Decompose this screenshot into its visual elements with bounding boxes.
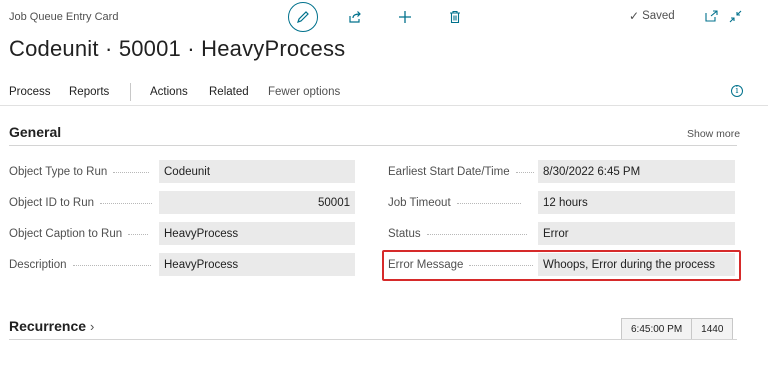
- section-divider: [9, 145, 737, 146]
- field-label-text: Job Timeout: [388, 197, 451, 209]
- field-label-text: Object Type to Run: [9, 166, 108, 178]
- field-label-job-timeout: Job Timeout: [388, 197, 534, 209]
- job-timeout-field[interactable]: 12 hours: [538, 191, 735, 214]
- saved-status: ✓ Saved: [629, 9, 675, 23]
- field-label-description: Description: [9, 259, 155, 271]
- general-section-title[interactable]: General: [9, 124, 61, 140]
- page-caption: Job Queue Entry Card: [9, 11, 119, 23]
- trash-icon: [450, 10, 460, 24]
- field-label-status: Status: [388, 228, 534, 240]
- section-divider: [9, 339, 737, 340]
- window-controls: [702, 8, 750, 24]
- open-new-window-icon[interactable]: [702, 8, 720, 24]
- field-label-text: Object ID to Run: [9, 197, 95, 209]
- field-label-object-caption: Object Caption to Run: [9, 228, 155, 240]
- new-button[interactable]: [390, 2, 420, 32]
- recurrence-time: 6:45:00 PM: [622, 319, 692, 339]
- share-icon: [349, 11, 361, 23]
- actions-menu[interactable]: Actions: [150, 86, 188, 98]
- recurrence-minutes: 1440: [691, 319, 733, 339]
- related-menu[interactable]: Related: [209, 86, 249, 98]
- field-label-object-id: Object ID to Run: [9, 197, 155, 209]
- chevron-right-icon: ›: [90, 318, 95, 334]
- field-label-text: Description: [9, 259, 67, 271]
- recurrence-section-title[interactable]: Recurrence ›: [9, 318, 94, 334]
- show-more-link[interactable]: Show more: [687, 128, 740, 140]
- object-caption-field[interactable]: HeavyProcess: [159, 222, 355, 245]
- fewer-options-link[interactable]: Fewer options: [268, 86, 340, 98]
- check-icon: ✓: [629, 9, 640, 23]
- saved-label: Saved: [642, 10, 675, 22]
- field-label-text: Object Caption to Run: [9, 228, 123, 240]
- toolbar: [288, 0, 490, 34]
- field-label-text: Earliest Start Date/Time: [388, 166, 510, 178]
- edit-button[interactable]: [288, 2, 318, 32]
- recurrence-summary: 6:45:00 PM 1440: [621, 318, 734, 340]
- field-label-object-type: Object Type to Run: [9, 166, 155, 178]
- description-field[interactable]: HeavyProcess: [159, 253, 355, 276]
- plus-icon: [399, 11, 411, 23]
- delete-button[interactable]: [440, 2, 470, 32]
- reports-menu[interactable]: Reports: [69, 86, 109, 98]
- pencil-icon: [297, 11, 309, 23]
- object-type-field[interactable]: Codeunit: [159, 160, 355, 183]
- object-id-field[interactable]: 50001: [159, 191, 355, 214]
- info-icon[interactable]: i: [731, 85, 743, 97]
- error-message-highlight: [382, 250, 741, 281]
- status-field[interactable]: Error: [538, 222, 735, 245]
- page-title: Codeunit · 50001 · HeavyProcess: [9, 36, 346, 61]
- earliest-start-field[interactable]: 8/30/2022 6:45 PM: [538, 160, 735, 183]
- field-label-text: Status: [388, 228, 421, 240]
- action-separator: [130, 83, 131, 101]
- action-bar: Process Reports Actions Related Fewer op…: [0, 80, 768, 106]
- recurrence-title-text: Recurrence: [9, 318, 87, 334]
- share-button[interactable]: [340, 2, 370, 32]
- field-label-earliest-start: Earliest Start Date/Time: [388, 166, 534, 178]
- process-menu[interactable]: Process: [9, 86, 51, 98]
- collapse-icon[interactable]: [726, 8, 744, 24]
